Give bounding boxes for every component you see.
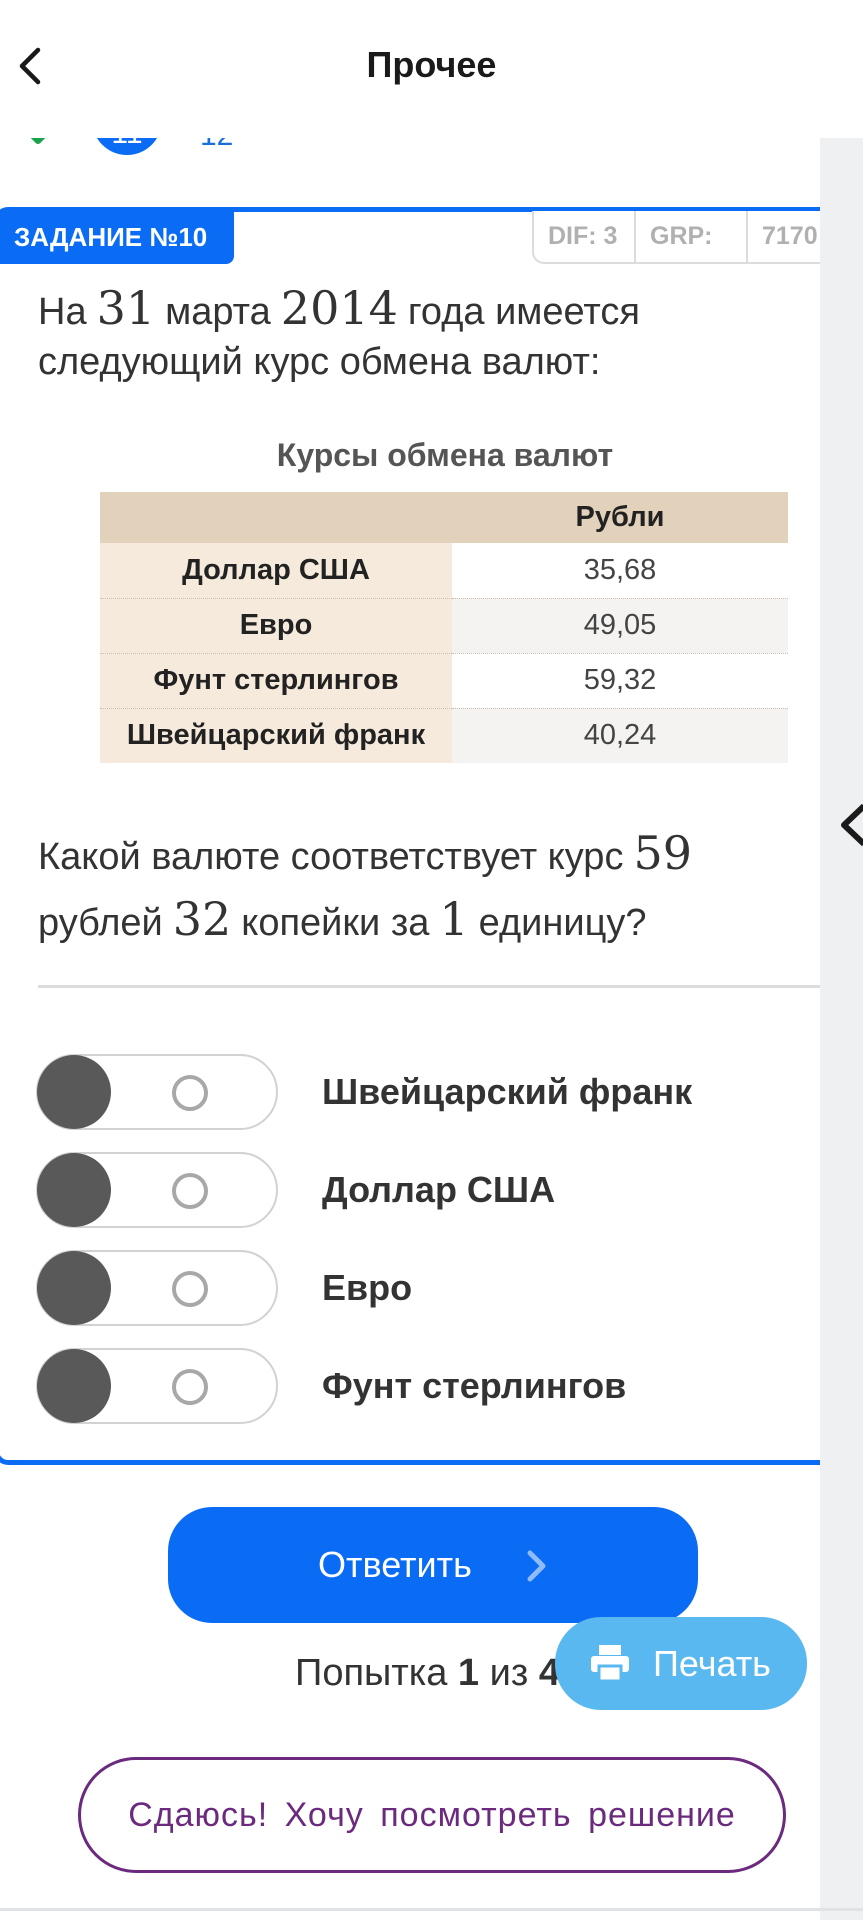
- question-fragment: Какой валюте соответствует курс: [38, 836, 624, 878]
- question-fragment: копейки за: [241, 902, 430, 944]
- group-badge: GRP: 1: [634, 211, 748, 264]
- give-up-button[interactable]: Сдаюсь! Хочу посмотреть решение: [78, 1757, 786, 1873]
- question-fragment: единицу?: [478, 902, 647, 944]
- difficulty-badge: DIF: 3: [532, 211, 636, 264]
- option-toggle[interactable]: [36, 1348, 278, 1424]
- question-fragment: рублей: [38, 902, 163, 944]
- toggle-knob: [37, 1153, 111, 1227]
- table-header-rubles: Рубли: [452, 492, 788, 543]
- option-toggle[interactable]: [36, 1054, 278, 1130]
- toggle-knob: [37, 1251, 111, 1325]
- currency-name: Доллар США: [100, 543, 452, 599]
- table-header-row: Рубли: [100, 492, 788, 543]
- divider: [38, 985, 820, 988]
- option-label[interactable]: Фунт стерлингов: [322, 1348, 626, 1424]
- toggle-knob: [37, 1349, 111, 1423]
- side-panel: [820, 138, 863, 1920]
- page-title: Прочее: [366, 44, 497, 85]
- top-navbar: Прочее: [0, 0, 863, 138]
- table-row: Швейцарский франк 40,24: [100, 708, 788, 763]
- answer-option[interactable]: Швейцарский франк: [36, 1054, 796, 1130]
- table-row: Евро 49,05: [100, 598, 788, 654]
- radio-circle-icon: [172, 1173, 208, 1209]
- task-id-badge: 7170: [746, 211, 820, 264]
- attempts-counter: Попытка 1 из 4: [295, 1652, 560, 1695]
- answer-button[interactable]: Ответить: [168, 1507, 698, 1623]
- question-kopecks: 32: [172, 892, 232, 946]
- answer-option[interactable]: Фунт стерлингов: [36, 1348, 796, 1424]
- attempts-of: из: [489, 1652, 529, 1694]
- intro-text: марта: [165, 291, 271, 333]
- printer-icon: [589, 1643, 631, 1683]
- question-unit: 1: [439, 892, 469, 946]
- table-row: Доллар США 35,68: [100, 543, 788, 599]
- radio-circle-icon: [172, 1369, 208, 1405]
- currency-rate: 40,24: [452, 708, 788, 763]
- radio-circle-icon: [172, 1271, 208, 1307]
- option-toggle[interactable]: [36, 1250, 278, 1326]
- intro-year: 2014: [280, 281, 398, 335]
- table-header-empty: [100, 492, 452, 543]
- option-toggle[interactable]: [36, 1152, 278, 1228]
- currency-name: Евро: [100, 598, 452, 654]
- collapse-arrow-icon[interactable]: [838, 800, 863, 850]
- toggle-knob: [37, 1055, 111, 1129]
- question-rubles: 59: [633, 826, 692, 880]
- task-intro: На 31 марта 2014 года имеется следующий курс…: [38, 283, 798, 387]
- print-button[interactable]: Печать: [555, 1617, 807, 1710]
- task-number-badge: ЗАДАНИЕ №10: [0, 211, 234, 264]
- currency-name: Швейцарский франк: [100, 708, 452, 763]
- table-caption: Курсы обмена валют: [276, 437, 614, 473]
- table-row: Фунт стерлингов 59,32: [100, 653, 788, 709]
- option-label[interactable]: Швейцарский франк: [322, 1054, 692, 1130]
- question-text: Какой валюте соответствует курс 59 рублей…: [38, 822, 808, 954]
- print-button-label: Печать: [653, 1643, 771, 1684]
- radio-circle-icon: [172, 1075, 208, 1111]
- currency-name: Фунт стерлингов: [100, 653, 452, 709]
- attempts-current: 1: [457, 1652, 480, 1694]
- currency-rate: 59,32: [452, 653, 788, 709]
- option-label[interactable]: Евро: [322, 1250, 412, 1326]
- attempts-label: Попытка: [295, 1652, 448, 1694]
- chevron-right-icon: [524, 1547, 550, 1585]
- answer-option[interactable]: Доллар США: [36, 1152, 796, 1228]
- intro-text: На: [38, 291, 87, 333]
- divider: [0, 1908, 863, 1911]
- task-meta: DIF: 3 GRP: 1 7170: [532, 211, 820, 266]
- option-label[interactable]: Доллар США: [322, 1152, 555, 1228]
- intro-day: 31: [96, 281, 156, 335]
- answer-option[interactable]: Евро: [36, 1250, 796, 1326]
- answer-button-label: Ответить: [318, 1544, 472, 1585]
- currency-rate: 49,05: [452, 598, 788, 654]
- exchange-rate-table: Рубли Доллар США 35,68 Евро 49,05 Фунт с…: [100, 492, 788, 763]
- currency-rate: 35,68: [452, 543, 788, 599]
